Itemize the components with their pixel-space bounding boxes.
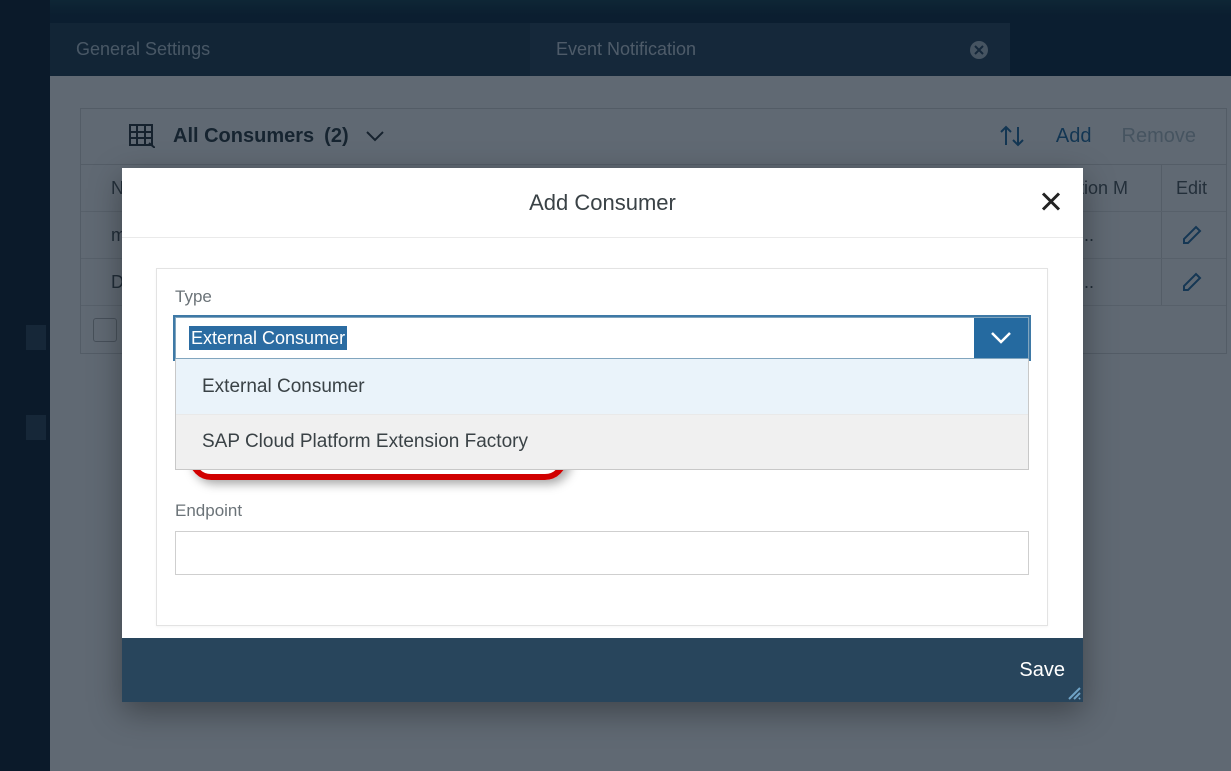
endpoint-input[interactable] — [175, 531, 1029, 575]
dropdown-option-external[interactable]: External Consumer — [176, 359, 1028, 414]
field-label: Endpoint — [175, 501, 1029, 521]
type-selected-value: External Consumer — [189, 326, 347, 350]
modal-body: Type External Consumer External Consumer… — [122, 238, 1083, 638]
endpoint-field: Endpoint — [175, 501, 1029, 575]
add-consumer-modal: Add Consumer Type External Consumer Exte… — [122, 168, 1083, 702]
modal-title: Add Consumer — [529, 190, 676, 216]
form-card: Type External Consumer External Consumer… — [156, 268, 1048, 626]
modal-header: Add Consumer — [122, 168, 1083, 238]
chevron-down-icon[interactable] — [974, 318, 1028, 358]
type-field: Type External Consumer External Consumer… — [175, 287, 1029, 359]
field-label: Type — [175, 287, 1029, 307]
dropdown-option-scp-ext-factory[interactable]: SAP Cloud Platform Extension Factory — [176, 414, 1028, 469]
type-select[interactable]: External Consumer External Consumer SAP … — [175, 317, 1029, 359]
modal-footer: Save — [122, 638, 1083, 702]
resize-grip-icon[interactable] — [1067, 686, 1081, 700]
close-icon[interactable] — [1041, 187, 1061, 218]
save-button[interactable]: Save — [1019, 659, 1065, 682]
type-dropdown: External Consumer SAP Cloud Platform Ext… — [175, 359, 1029, 470]
